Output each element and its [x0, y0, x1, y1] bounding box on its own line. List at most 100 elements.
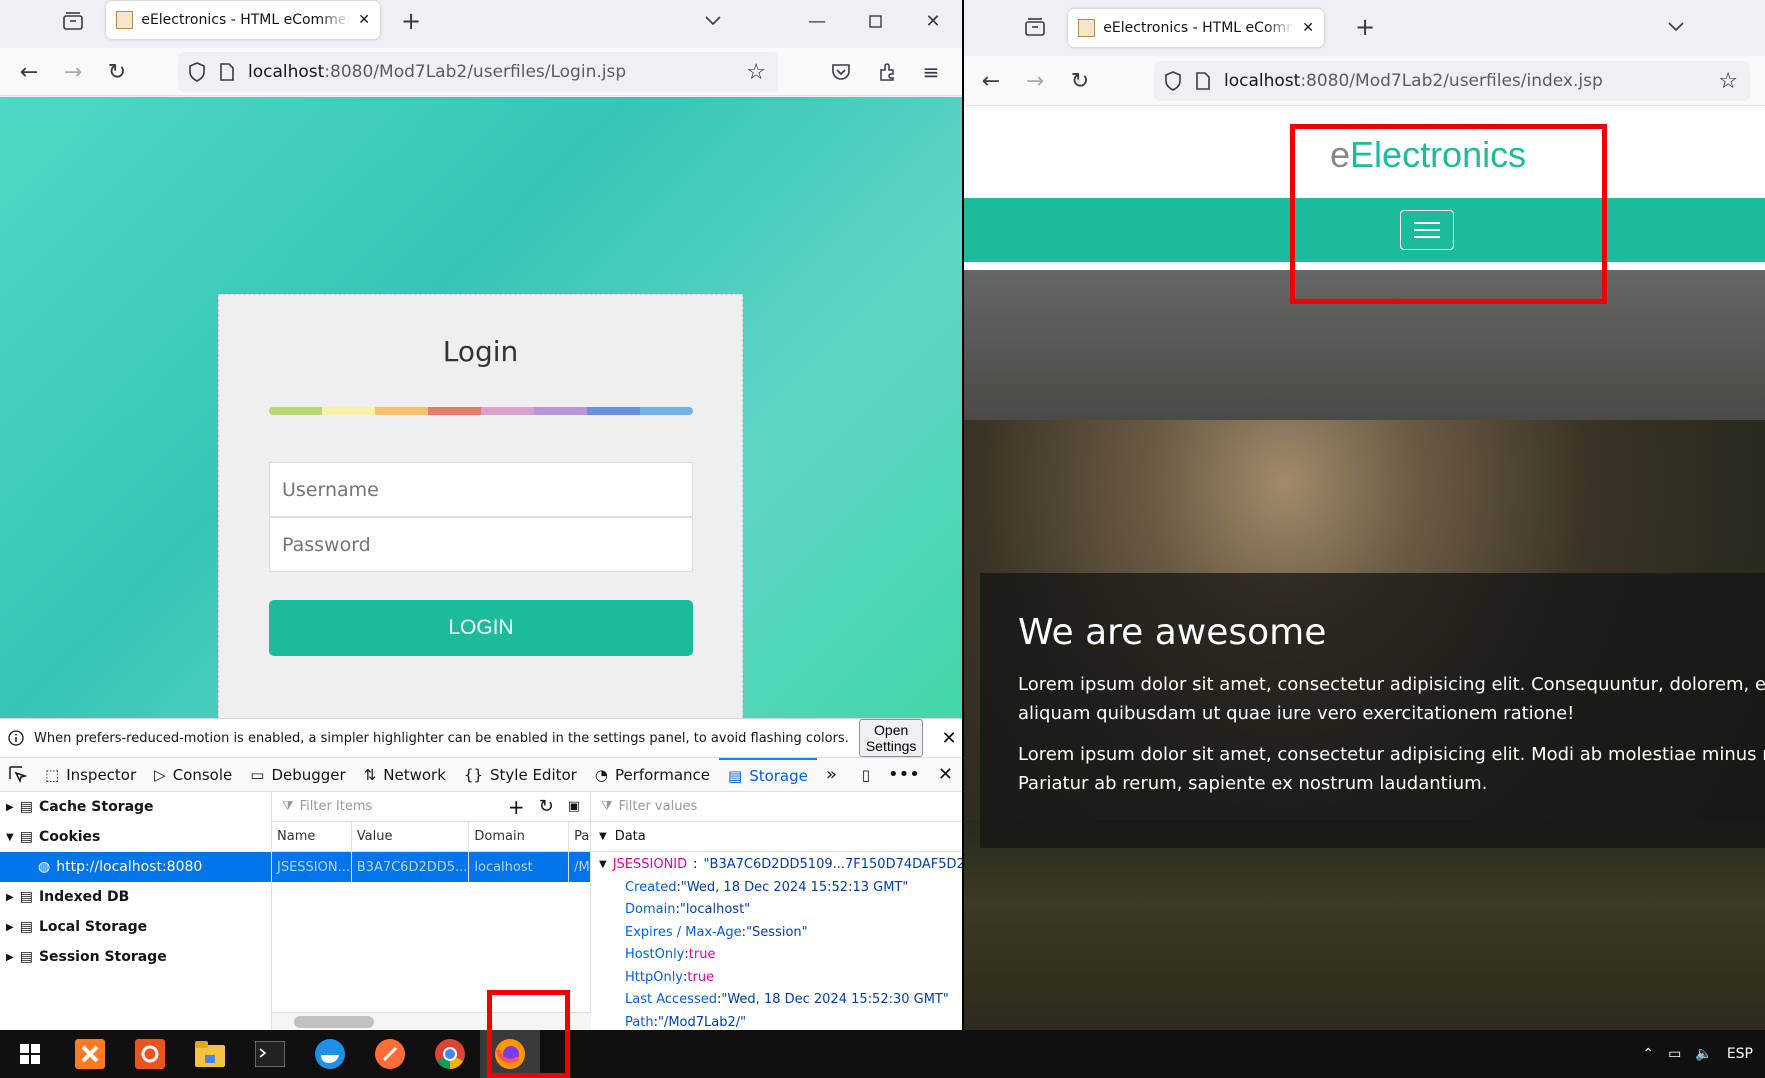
toggle-sidebar-icon[interactable]: ▣ [568, 799, 580, 814]
notice-text: When prefers-reduced-motion is enabled, … [34, 730, 849, 746]
chevron-down-icon[interactable] [1661, 12, 1691, 42]
detail-value: "Wed, 18 Dec 2024 15:52:30 GMT" [721, 992, 949, 1008]
back-icon[interactable]: ← [14, 57, 44, 87]
close-tab-icon[interactable]: ✕ [358, 12, 370, 28]
reload-icon[interactable]: ↻ [102, 57, 132, 87]
data-header[interactable]: ▼ Data [591, 822, 962, 852]
scrollbar-thumb[interactable] [294, 1016, 374, 1028]
cookie-detail-row[interactable]: Domain: "localhost" [591, 899, 962, 922]
forward-icon[interactable]: → [1020, 66, 1050, 96]
tree-item-local-storage[interactable]: ▶ ▤ Local Storage [0, 912, 271, 942]
hero-paragraph-2-line-2: Pariatur ab rerum, sapiente ex nostrum l… [1018, 773, 1488, 794]
bookmark-star-icon[interactable]: ☆ [746, 60, 766, 85]
chevron-down-icon[interactable] [698, 6, 728, 36]
close-notice-icon[interactable]: ✕ [941, 728, 956, 749]
filter-values-input[interactable]: Filter values [619, 799, 698, 814]
volume-icon[interactable]: 🔈 [1695, 1046, 1712, 1062]
start-button[interactable] [0, 1030, 60, 1078]
xampp-icon[interactable] [60, 1030, 120, 1078]
back-icon[interactable]: ← [976, 66, 1006, 96]
postman-icon[interactable] [360, 1030, 420, 1078]
extensions-icon[interactable] [872, 57, 902, 87]
docker-icon[interactable] [300, 1030, 360, 1078]
column-header[interactable]: Domain [469, 822, 570, 851]
tab-list-icon[interactable] [58, 6, 88, 36]
minimize-icon[interactable]: — [802, 6, 832, 36]
file-explorer-icon[interactable] [180, 1030, 240, 1078]
reload-icon[interactable]: ↻ [1065, 66, 1095, 96]
browser-tab[interactable]: eElectronics - HTML eCommerce Template ✕ [106, 1, 380, 39]
database-icon: ▤ [19, 799, 33, 815]
responsive-mode-icon[interactable]: ▯ [853, 758, 879, 791]
filter-items-input[interactable]: Filter Items [300, 799, 373, 814]
username-input[interactable] [269, 462, 693, 517]
cookie-detail-row[interactable]: HostOnly: true [591, 944, 962, 967]
url-bar[interactable]: localhost:8080/Mod7Lab2/userfiles/index.… [1154, 61, 1750, 101]
filter-values-bar[interactable]: ⧩ Filter values [591, 792, 962, 822]
maximize-icon[interactable] [860, 6, 890, 36]
ubuntu-icon[interactable] [120, 1030, 180, 1078]
tab-list-icon[interactable] [1020, 12, 1050, 42]
open-settings-button[interactable]: Open Settings [858, 719, 924, 757]
menu-icon[interactable]: ≡ [916, 57, 946, 87]
chevron-right-icon: ▶ [6, 921, 14, 933]
tab-style-editor[interactable]: {} Style Editor [455, 758, 586, 791]
network-tray-icon[interactable]: ▭ [1668, 1046, 1681, 1062]
tree-item-session-storage[interactable]: ▶ ▤ Session Storage [0, 942, 271, 972]
filter-items-bar[interactable]: ⧩ Filter Items + ↻ ▣ [272, 792, 590, 822]
url-bar[interactable]: localhost:8080/Mod7Lab2/userfiles/Login.… [178, 52, 778, 92]
more-tabs-icon[interactable]: » [817, 758, 846, 791]
shield-icon[interactable] [1164, 71, 1182, 91]
detail-value: "localhost" [679, 902, 751, 918]
cookie-entry[interactable]: ▼ JSESSIONID: "B3A7C6D2DD5109...7F150D74D… [591, 852, 962, 876]
new-tab-icon[interactable]: + [1350, 12, 1380, 42]
pocket-icon[interactable] [826, 57, 856, 87]
more-options-icon[interactable]: ••• [879, 758, 929, 791]
login-button[interactable]: LOGIN [269, 600, 693, 656]
column-header[interactable]: Value [352, 822, 470, 851]
add-item-icon[interactable]: + [508, 795, 525, 819]
tree-item-indexed-db[interactable]: ▶ ▤ Indexed DB [0, 882, 271, 912]
cookie-name: JSESSIONID [612, 856, 688, 872]
bookmark-star-icon[interactable]: ☆ [1718, 69, 1738, 94]
password-input[interactable] [269, 517, 693, 572]
tab-storage[interactable]: ▤ Storage [719, 758, 817, 791]
close-window-icon[interactable]: ✕ [918, 6, 948, 36]
column-header[interactable]: Name [272, 822, 352, 851]
tab-network[interactable]: ⇅ Network [355, 758, 455, 791]
tree-item-localhost[interactable]: ◍ http://localhost:8080 [0, 852, 271, 882]
refresh-icon[interactable]: ↻ [539, 796, 554, 817]
new-tab-icon[interactable]: + [396, 6, 426, 36]
chrome-icon[interactable] [420, 1030, 480, 1078]
tree-item-cache-storage[interactable]: ▶ ▤ Cache Storage [0, 792, 271, 822]
close-devtools-icon[interactable]: ✕ [929, 758, 962, 791]
element-picker-icon[interactable] [0, 758, 36, 791]
cookie-detail-row[interactable]: Path: "/Mod7Lab2/" [591, 1011, 962, 1030]
database-icon: ▤ [19, 919, 33, 935]
close-tab-icon[interactable]: ✕ [1302, 20, 1314, 36]
input-language[interactable]: ESP [1727, 1046, 1753, 1062]
forward-icon[interactable]: → [58, 57, 88, 87]
tab-inspector[interactable]: ⬚ Inspector [36, 758, 145, 791]
table-row[interactable]: JSESSION... B3A7C6D2DD5... localhost /M [272, 852, 590, 882]
shield-icon[interactable] [188, 62, 206, 82]
detail-value: "Wed, 18 Dec 2024 15:52:13 GMT" [680, 879, 909, 895]
browser-window-left: eElectronics - HTML eCommerce Template ✕… [0, 0, 962, 1030]
chevron-up-icon[interactable]: ⌃ [1642, 1046, 1654, 1062]
tree-item-cookies[interactable]: ▼ ▤ Cookies [0, 822, 271, 852]
browser-tab[interactable]: eElectronics - HTML eCommerce Template ✕ [1068, 9, 1324, 47]
detail-key: Last Accessed [625, 992, 717, 1008]
cookie-detail-row[interactable]: HttpOnly: true [591, 966, 962, 989]
terminal-icon[interactable] [240, 1030, 300, 1078]
cookie-detail-row[interactable]: Expires / Max-Age: "Session" [591, 921, 962, 944]
hero-paragraph-1-line-1: Lorem ipsum dolor sit amet, consectetur … [1018, 674, 1765, 695]
detail-key: Path [625, 1014, 654, 1030]
cookie-detail-row[interactable]: Created: "Wed, 18 Dec 2024 15:52:13 GMT" [591, 876, 962, 899]
tab-console[interactable]: ▷ Console [145, 758, 241, 791]
tab-debugger[interactable]: ▭ Debugger [241, 758, 354, 791]
tab-label: Inspector [66, 765, 137, 784]
column-header[interactable]: Pa [569, 822, 590, 851]
tab-performance[interactable]: ◔ Performance [586, 758, 719, 791]
cookie-detail-row[interactable]: Last Accessed: "Wed, 18 Dec 2024 15:52:30… [591, 989, 962, 1012]
color-segment [640, 407, 693, 415]
